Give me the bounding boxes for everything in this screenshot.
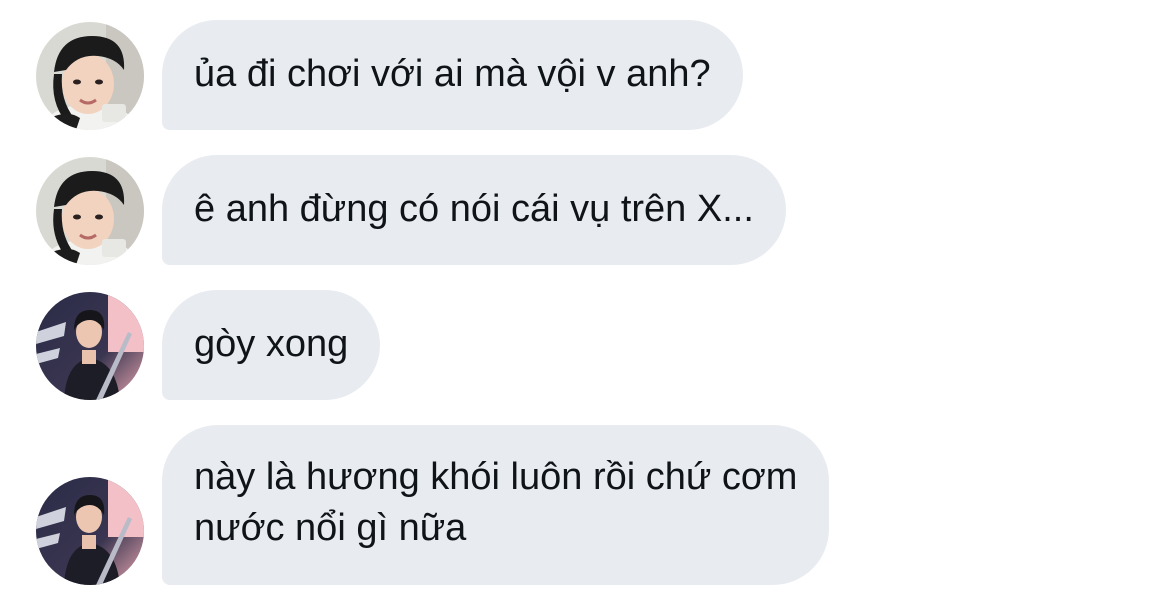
avatar-photo-2: [36, 477, 144, 585]
message-row: ủa đi chơi với ai mà vội v anh?: [0, 20, 1170, 130]
message-text-line: này là hương khói luôn rồi chứ cơm: [194, 456, 798, 498]
message-row: này là hương khói luôn rồi chứ cơm nước …: [0, 425, 1170, 585]
message-bubble[interactable]: ê anh đừng có nói cái vụ trên X...: [162, 155, 786, 265]
avatar[interactable]: [36, 157, 144, 265]
avatar-photo-1: [36, 157, 144, 265]
message-text: ủa đi chơi với ai mà vội v anh?: [194, 53, 711, 95]
message-row: gòy xong: [0, 290, 1170, 400]
message-text-line: nước nổi gì nữa: [194, 507, 467, 549]
avatar-photo-2: [36, 292, 144, 400]
avatar-photo-1: [36, 22, 144, 130]
message-text: ê anh đừng có nói cái vụ trên X...: [194, 188, 754, 230]
message-bubble[interactable]: này là hương khói luôn rồi chứ cơm nước …: [162, 425, 830, 585]
avatar[interactable]: [36, 292, 144, 400]
avatar[interactable]: [36, 22, 144, 130]
message-text: gòy xong: [194, 323, 349, 365]
avatar[interactable]: [36, 477, 144, 585]
message-row: ê anh đừng có nói cái vụ trên X...: [0, 155, 1170, 265]
message-bubble[interactable]: ủa đi chơi với ai mà vội v anh?: [162, 20, 743, 130]
message-bubble[interactable]: gòy xong: [162, 290, 381, 400]
